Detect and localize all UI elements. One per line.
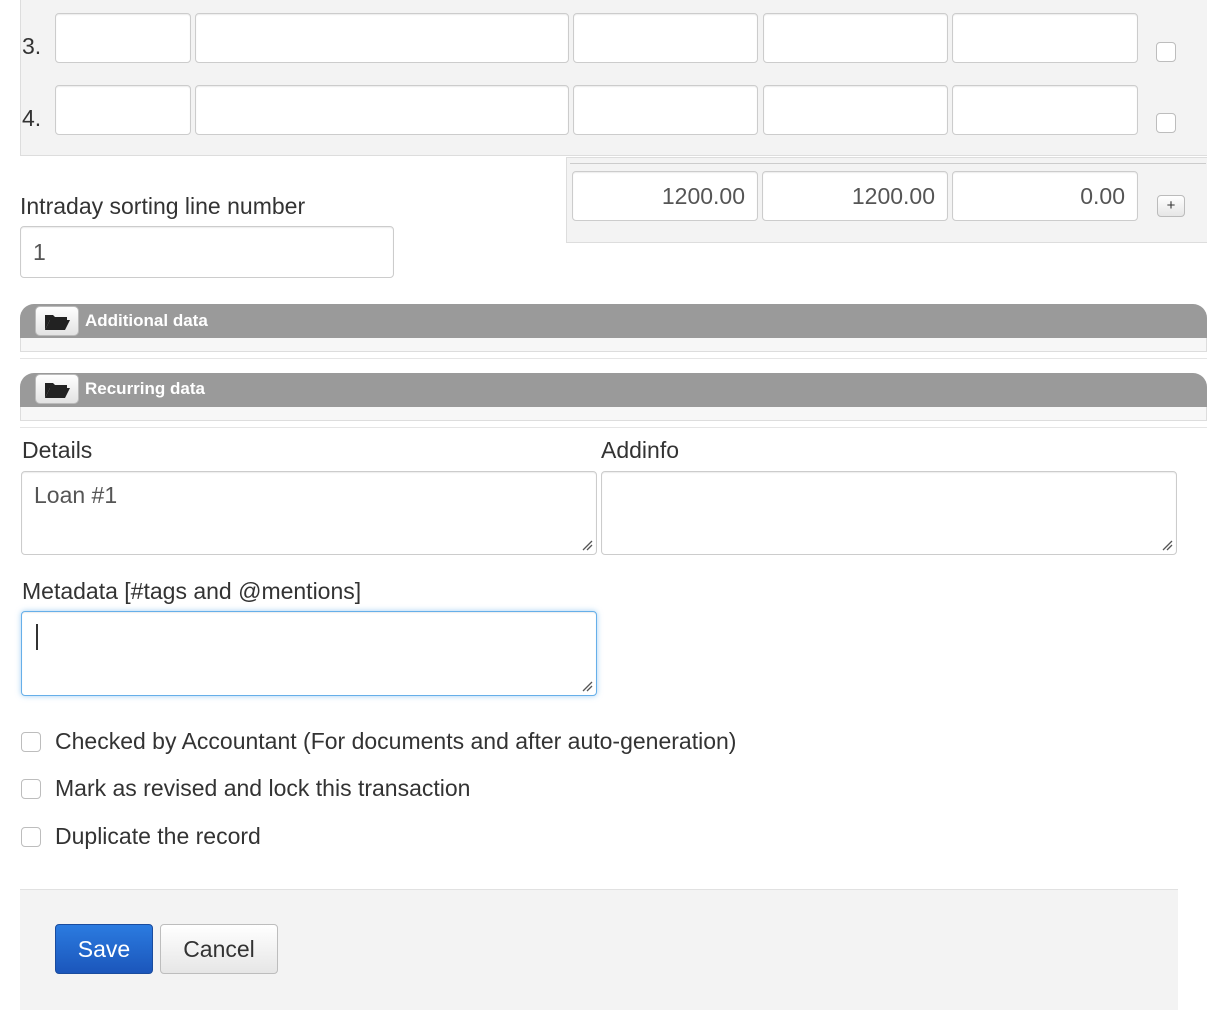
add-line-button[interactable]: + — [1157, 195, 1185, 217]
difference-total: 0.00 — [952, 171, 1138, 221]
checked-by-accountant-checkbox[interactable] — [21, 732, 41, 752]
addinfo-textarea[interactable] — [601, 471, 1177, 555]
row-select-checkbox[interactable] — [1156, 42, 1176, 62]
mark-revised-label[interactable]: Mark as revised and lock this transactio… — [55, 775, 470, 802]
description-input[interactable] — [195, 85, 569, 135]
folder-open-icon[interactable] — [35, 374, 79, 404]
details-textarea[interactable]: Loan #1 — [21, 471, 597, 555]
resize-grip-icon[interactable] — [1161, 539, 1173, 551]
amount-input[interactable] — [952, 85, 1138, 135]
duplicate-checkbox[interactable] — [21, 827, 41, 847]
section-divider — [20, 358, 1207, 359]
metadata-label: Metadata [#tags and @mentions] — [22, 578, 362, 604]
recurring-data-body — [20, 407, 1207, 421]
row-select-checkbox[interactable] — [1156, 113, 1176, 133]
details-label: Details — [22, 437, 93, 463]
amount-input[interactable] — [952, 13, 1138, 63]
account-input[interactable] — [55, 85, 191, 135]
totals-divider — [570, 163, 1206, 164]
description-input[interactable] — [195, 13, 569, 63]
line-number: 3. — [22, 33, 42, 59]
credit-input[interactable] — [763, 13, 948, 63]
sorting-label: Intraday sorting line number — [20, 193, 306, 219]
sorting-input[interactable]: 1 — [20, 226, 394, 278]
mark-revised-checkbox[interactable] — [21, 779, 41, 799]
addinfo-label: Addinfo — [601, 437, 680, 463]
section-divider — [20, 427, 1207, 428]
debit-total: 1200.00 — [572, 171, 758, 221]
details-value: Loan #1 — [34, 482, 118, 508]
resize-grip-icon[interactable] — [581, 539, 593, 551]
additional-data-body — [20, 338, 1207, 352]
sorting-value: 1 — [33, 239, 46, 265]
folder-open-icon[interactable] — [35, 306, 79, 336]
metadata-textarea[interactable] — [21, 611, 597, 696]
debit-input[interactable] — [573, 13, 758, 63]
line-number: 4. — [22, 105, 42, 131]
credit-input[interactable] — [763, 85, 948, 135]
account-input[interactable] — [55, 13, 191, 63]
text-cursor — [36, 624, 38, 650]
cancel-button[interactable]: Cancel — [160, 924, 278, 974]
recurring-data-title: Recurring data — [85, 379, 205, 398]
save-button[interactable]: Save — [55, 924, 153, 974]
resize-grip-icon[interactable] — [581, 680, 593, 692]
debit-input[interactable] — [573, 85, 758, 135]
plus-icon: + — [1166, 197, 1176, 214]
additional-data-title: Additional data — [85, 311, 208, 330]
checked-by-accountant-label[interactable]: Checked by Accountant (For documents and… — [55, 728, 736, 755]
duplicate-label[interactable]: Duplicate the record — [55, 823, 261, 850]
credit-total: 1200.00 — [762, 171, 948, 221]
